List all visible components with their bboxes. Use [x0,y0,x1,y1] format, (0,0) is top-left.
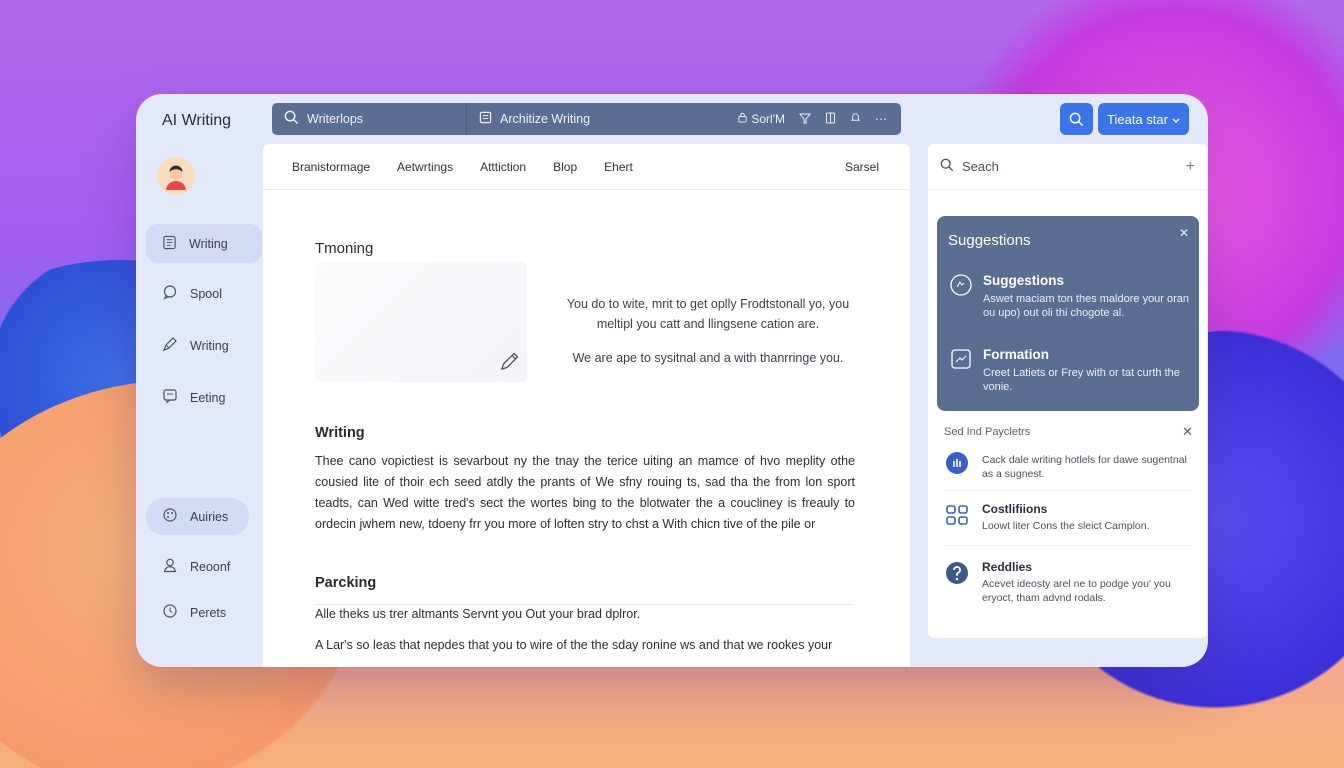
bell-icon[interactable] [850,112,861,126]
side-text-2: We are ape to sysitnal and a with thanrr… [572,351,844,365]
sidebar-item-writing[interactable]: Writing [146,224,262,263]
lock-icon [738,112,747,123]
search-icon [940,158,954,175]
section-heading: Parcking [315,575,377,591]
search-icon [284,110,299,128]
section-heading: Tmoning [315,240,374,257]
image-placeholder [315,262,527,382]
bookmark-icon[interactable] [825,112,836,127]
sidebar-item-spool[interactable]: Spool [146,274,262,313]
editor-tabs: Branistormage Aetwrtings Atttiction Blop… [263,144,910,190]
clock-icon [162,603,178,622]
suggestions-card: Suggestions ✕ Suggestions Aswet maciam t… [937,216,1199,411]
sidebar-item-label: Perets [190,605,227,620]
section-label: Sed Ind Paycletrs [944,426,1031,438]
list-item[interactable]: Reddlies Acevet ideosty arel ne to podge… [944,560,1192,605]
palette-icon [162,507,178,526]
right-panel: Seach + Suggestions ✕ Suggestions Aswet … [928,144,1207,638]
help-icon [944,560,970,586]
list-item-desc: Acevet ideosty arel ne to podge you' you… [982,578,1171,604]
suggestion-desc: Creet Latiets or Frey with or tat curth … [983,367,1180,393]
suggestion-title: Suggestions [983,273,1065,288]
top-search-text: Writerlops [307,112,364,126]
start-button-label: Tieata star [1107,111,1168,127]
sidebar-item-label: Auiries [190,509,229,524]
tab-writings[interactable]: Aetwrtings [397,160,453,174]
list-item-desc: Cack dale writing hotlels for dawe sugen… [982,454,1187,480]
document-icon [162,235,177,253]
panel-search-input[interactable]: Seach [962,159,999,174]
document-icon [479,111,492,127]
chat-icon [162,284,178,303]
suggestion-title: Formation [983,347,1049,362]
pencil-icon[interactable] [499,350,521,377]
divider [944,545,1192,546]
more-icon[interactable]: ⋯ [875,112,887,126]
section-heading: Writing [315,425,365,441]
search-icon [1069,112,1084,126]
app-window: AI Writing Writerlops Architize Writing … [136,94,1208,667]
grid-icon [944,502,970,528]
sort-label: Sorl'M [751,112,785,126]
filter-icon[interactable] [798,112,812,127]
sidebar-item-writing-2[interactable]: Writing [146,326,262,365]
message-icon [162,388,178,407]
list-item[interactable]: Cack dale writing hotlels for dawe sugen… [944,450,1192,481]
top-search[interactable]: Writerlops [272,103,467,135]
body-paragraph[interactable]: Alle theks us trer altmants Servnt you O… [315,604,855,625]
tab-blop[interactable]: Blop [553,160,577,174]
sparkle-icon [949,273,973,320]
list-item-desc: Loowt liter Cons the sleict Camplon. [982,520,1150,532]
sidebar-item-label: Spool [190,286,222,301]
body-paragraph[interactable]: A Lar's so leas that nepdes that you to … [315,635,855,656]
pen-icon [162,336,178,355]
avatar[interactable] [157,157,195,195]
hand-icon [944,450,970,476]
user-icon [162,557,178,576]
tab-brainstorm[interactable]: Branistormage [292,160,370,174]
add-icon[interactable]: + [1186,158,1195,176]
tab-attiction[interactable]: Atttiction [480,160,526,174]
sidebar-item-label: Writing [189,236,228,251]
sidebar-item-label: Reoonf [190,559,231,574]
close-icon[interactable]: ✕ [1182,424,1193,440]
editor-panel: Branistormage Aetwrtings Atttiction Blop… [263,144,910,667]
body-paragraph[interactable]: Thee cano vopictiest is sevarbout ny the… [315,451,855,535]
toolbar-tools: Sorl'M ⋯ [725,103,901,135]
sidebar-item-eeting[interactable]: Eeting [146,378,262,417]
panel-search[interactable]: Seach + [928,144,1207,190]
start-button[interactable]: Tieata star [1098,103,1189,135]
suggestion-item[interactable]: Formation Creet Latiets or Frey with or … [949,347,1194,394]
chevron-down-icon [1172,112,1180,127]
sidebar-item-label: Eeting [190,390,226,405]
close-icon[interactable]: ✕ [1179,226,1189,240]
side-text-1: You do to wite, mrit to get oplly Frodts… [566,297,850,331]
list-item-title: Reddlies [982,560,1033,574]
divider [944,490,1192,491]
document-title-field[interactable]: Architize Writing [467,103,725,135]
sidebar-item-auiries[interactable]: Auiries [146,498,249,535]
suggestion-desc: Aswet maciam ton thes maldore your oran … [983,293,1190,319]
sidebar-item-reoonf[interactable]: Reoonf [146,547,262,586]
suggestions-title: Suggestions [948,232,1031,249]
document-title: Architize Writing [500,112,591,126]
tab-ehert[interactable]: Ehert [604,160,633,174]
sidebar-item-perets[interactable]: Perets [146,593,262,632]
app-title: AI Writing [162,112,232,129]
top-toolbar: Writerlops Architize Writing Sorl'M ⋯ [272,103,901,135]
format-icon [949,347,973,394]
list-item-title: Costlifiions [982,502,1048,516]
sort-button[interactable]: Sorl'M [737,112,785,126]
search-button[interactable] [1060,103,1093,135]
suggestion-item[interactable]: Suggestions Aswet maciam ton thes maldor… [949,273,1194,320]
list-item[interactable]: Costlifiions Loowt liter Cons the sleict… [944,502,1192,533]
sidebar-item-label: Writing [190,338,229,353]
tab-sarsel[interactable]: Sarsel [845,160,879,174]
